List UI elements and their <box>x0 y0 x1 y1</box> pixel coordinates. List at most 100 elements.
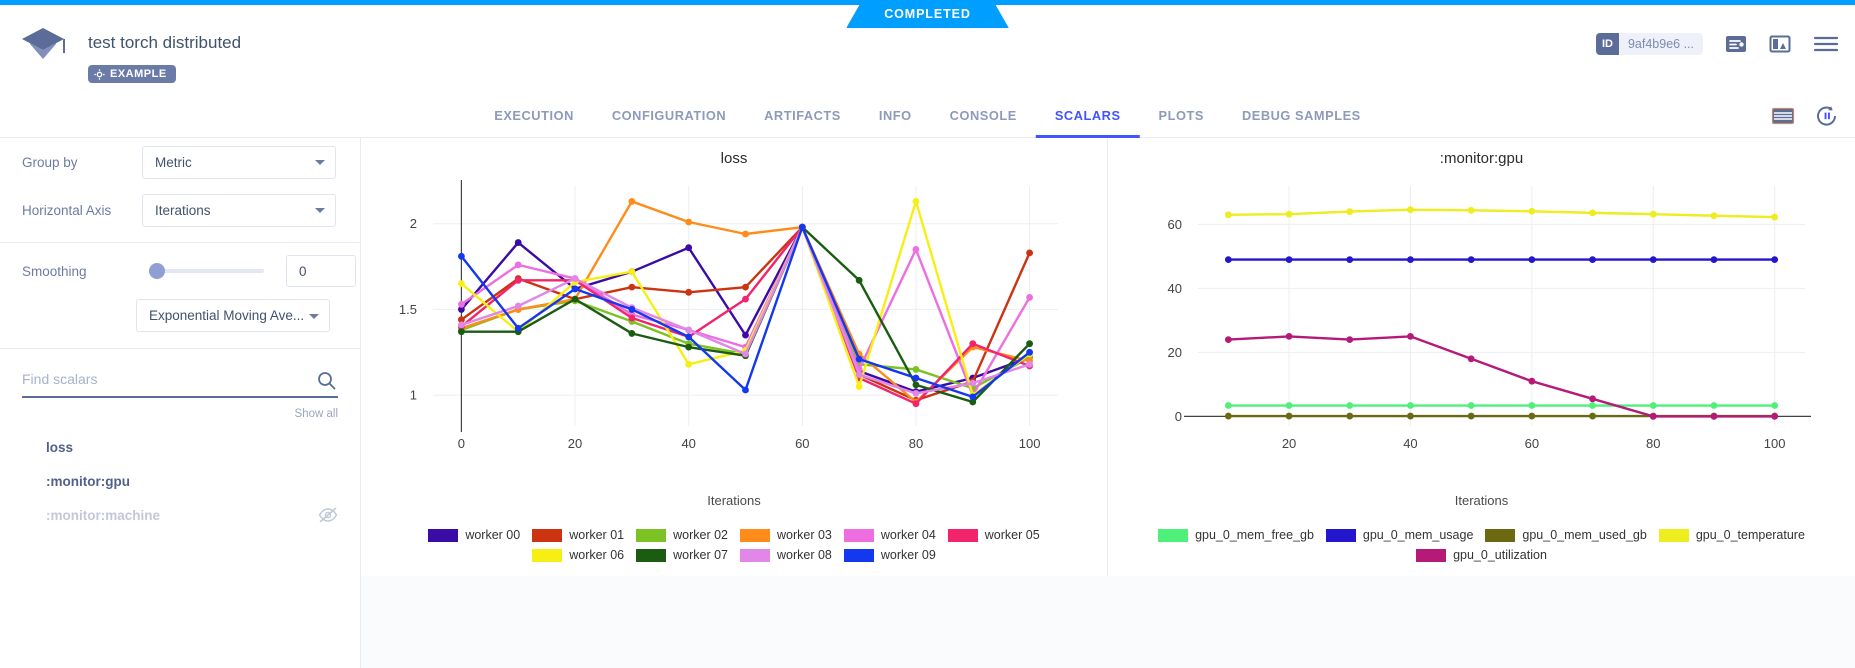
page-title: test torch distributed <box>88 33 241 53</box>
legend-item[interactable]: gpu_0_mem_usage <box>1326 528 1474 542</box>
legend-color-swatch <box>740 529 770 542</box>
scalar-item-label: :monitor:machine <box>46 508 160 523</box>
group-by-value: Metric <box>155 155 192 170</box>
loss-legend: worker 00 worker 01 worker 02 worker 03 work… <box>361 528 1107 562</box>
gpu-plot[interactable]: 204060801000204060 <box>1108 168 1855 468</box>
legend-label: worker 06 <box>569 548 624 562</box>
svg-text:1: 1 <box>410 388 417 403</box>
svg-text:60: 60 <box>1168 217 1182 232</box>
show-all-link[interactable]: Show all <box>0 408 338 420</box>
legend-label: gpu_0_mem_usage <box>1363 528 1474 542</box>
legend-item[interactable]: gpu_0_temperature <box>1659 528 1805 542</box>
legend-color-swatch <box>948 529 978 542</box>
tab-info[interactable]: INFO <box>860 97 931 138</box>
legend-color-swatch <box>1326 529 1356 542</box>
svg-text:80: 80 <box>909 436 923 451</box>
tab-scalars[interactable]: SCALARS <box>1036 97 1140 138</box>
tab-bar: EXECUTION CONFIGURATION ARTIFACTS INFO C… <box>0 97 1855 138</box>
legend-item[interactable]: worker 09 <box>844 548 936 562</box>
search-icon[interactable] <box>317 371 336 390</box>
legend-item[interactable]: worker 01 <box>532 528 624 542</box>
tab-console[interactable]: CONSOLE <box>931 97 1036 138</box>
list-item[interactable]: :monitor:gpu <box>0 464 360 498</box>
legend-color-swatch <box>1416 549 1446 562</box>
svg-text:0: 0 <box>1175 409 1182 424</box>
legend-item[interactable]: gpu_0_mem_used_gb <box>1485 528 1646 542</box>
group-by-label: Group by <box>22 155 142 170</box>
horizontal-axis-value: Iterations <box>155 203 211 218</box>
svg-text:20: 20 <box>1282 436 1296 451</box>
tab-debug-samples[interactable]: DEBUG SAMPLES <box>1223 97 1380 138</box>
legend-item[interactable]: gpu_0_mem_free_gb <box>1158 528 1314 542</box>
scalar-item-label: loss <box>46 440 73 455</box>
tab-configuration[interactable]: CONFIGURATION <box>593 97 745 138</box>
smoothing-algorithm-select[interactable]: Exponential Moving Ave... <box>136 299 330 332</box>
legend-color-swatch <box>740 549 770 562</box>
smoothing-slider-knob[interactable] <box>149 263 165 279</box>
legend-label: worker 01 <box>569 528 624 542</box>
smoothing-slider[interactable] <box>156 269 264 273</box>
tab-list: EXECUTION CONFIGURATION ARTIFACTS INFO C… <box>475 97 1379 138</box>
horizontal-axis-label: Horizontal Axis <box>22 203 142 218</box>
legend-item[interactable]: worker 05 <box>948 528 1040 542</box>
find-scalars-field <box>22 371 338 398</box>
legend-item[interactable]: worker 07 <box>636 548 728 562</box>
legend-label: worker 08 <box>777 548 832 562</box>
legend-color-swatch <box>636 529 666 542</box>
legend-item[interactable]: worker 02 <box>636 528 728 542</box>
loss-plot-svg[interactable]: 02040608010011.52 <box>361 168 1108 468</box>
svg-text:0: 0 <box>458 436 465 451</box>
loss-plot[interactable]: 02040608010011.52 <box>361 168 1108 468</box>
list-item[interactable]: :monitor:machine <box>0 498 360 532</box>
smoothing-value-input[interactable]: 0 <box>286 255 356 287</box>
legend-item[interactable]: worker 04 <box>844 528 936 542</box>
legend-color-swatch <box>532 529 562 542</box>
legend-label: gpu_0_mem_free_gb <box>1195 528 1314 542</box>
x-axis-label: Iterations <box>1108 493 1855 508</box>
horizontal-axis-select[interactable]: Iterations <box>142 194 336 227</box>
header-actions: ID 9af4b9e6 ... <box>1596 33 1839 55</box>
chevron-down-icon <box>315 160 325 165</box>
brand-block: test torch distributed EXAMPLE <box>20 25 241 85</box>
legend-color-swatch <box>532 549 562 562</box>
legend-color-swatch <box>1485 529 1515 542</box>
svg-text:2: 2 <box>410 216 417 231</box>
smoothing-algorithm-row: Exponential Moving Ave... <box>0 299 360 340</box>
legend-item[interactable]: worker 00 <box>428 528 520 542</box>
scalars-sidebar: Group by Metric Horizontal Axis Iteratio… <box>0 138 361 668</box>
chevron-down-icon <box>309 314 319 319</box>
legend-item[interactable]: worker 03 <box>740 528 832 542</box>
legend-label: worker 02 <box>673 528 728 542</box>
scalar-metric-list: loss :monitor:gpu :monitor:machine <box>0 430 360 532</box>
panel-layout-icon[interactable] <box>1769 34 1791 54</box>
smoothing-row: Smoothing 0 <box>0 243 360 299</box>
list-item[interactable]: loss <box>0 430 360 464</box>
gpu-plot-svg[interactable]: 204060801000204060 <box>1108 168 1855 468</box>
experiment-id-chip[interactable]: ID 9af4b9e6 ... <box>1596 33 1703 55</box>
tab-plots[interactable]: PLOTS <box>1140 97 1223 138</box>
legend-color-swatch <box>428 529 458 542</box>
legend-item[interactable]: worker 06 <box>532 548 624 562</box>
auto-refresh-pause-icon[interactable] <box>1815 105 1839 127</box>
search-input[interactable] <box>22 371 242 387</box>
legend-color-swatch <box>844 549 874 562</box>
legend-item[interactable]: gpu_0_utilization <box>1416 548 1547 562</box>
tab-artifacts[interactable]: ARTIFACTS <box>745 97 860 138</box>
tab-execution[interactable]: EXECUTION <box>475 97 593 138</box>
status-badge: COMPLETED <box>846 0 1009 28</box>
eye-off-icon[interactable] <box>318 507 338 523</box>
legend-color-swatch <box>1659 529 1689 542</box>
legend-label: worker 07 <box>673 548 728 562</box>
gpu-legend: gpu_0_mem_free_gb gpu_0_mem_usage gpu_0_me… <box>1108 528 1855 562</box>
hamburger-menu-icon[interactable] <box>1813 34 1839 54</box>
clearml-experiment-scalars-page: COMPLETED test torch distributed <box>0 0 1855 668</box>
group-by-select[interactable]: Metric <box>142 146 336 179</box>
svg-text:60: 60 <box>1525 436 1539 451</box>
chart-card-monitor-gpu: :monitor:gpu 204060801000204060 Iteratio… <box>1108 138 1855 576</box>
logs-icon[interactable] <box>1725 34 1747 54</box>
legend-label: worker 03 <box>777 528 832 542</box>
table-view-icon[interactable] <box>1771 106 1795 126</box>
group-by-row: Group by Metric <box>0 138 360 186</box>
example-badge: EXAMPLE <box>88 65 176 83</box>
legend-item[interactable]: worker 08 <box>740 548 832 562</box>
